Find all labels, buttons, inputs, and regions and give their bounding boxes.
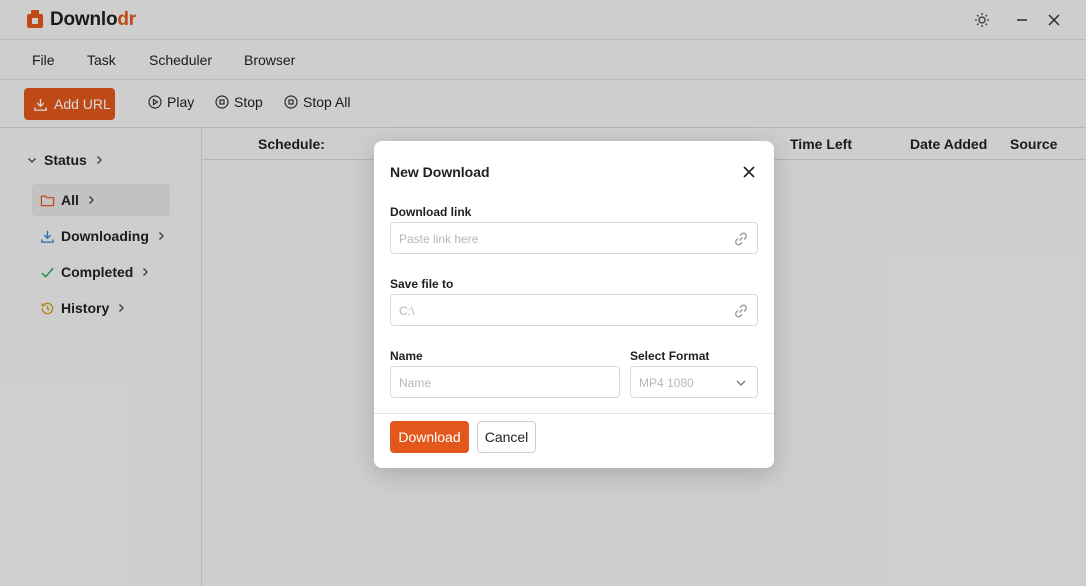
download-link-label: Download link — [390, 205, 472, 219]
format-label: Select Format — [630, 349, 710, 363]
download-link-placeholder: Paste link here — [399, 232, 479, 246]
link-icon — [735, 232, 747, 246]
download-button[interactable]: Download — [390, 421, 469, 453]
name-input[interactable]: Name — [390, 366, 620, 398]
cancel-button[interactable]: Cancel — [477, 421, 536, 453]
chevron-down-icon — [736, 380, 746, 386]
dialog-divider — [374, 413, 774, 414]
name-placeholder: Name — [399, 376, 432, 390]
format-select[interactable]: MP4 1080 — [630, 366, 758, 398]
new-download-dialog: New Download Download link Paste link he… — [374, 141, 774, 468]
save-path-placeholder: C:\ — [399, 304, 415, 318]
link-icon — [735, 304, 747, 318]
name-label: Name — [390, 349, 423, 363]
format-selected-value: MP4 1080 — [639, 376, 694, 390]
save-path-input[interactable]: C:\ — [390, 294, 758, 326]
dialog-title: New Download — [390, 164, 490, 180]
close-icon[interactable] — [742, 165, 756, 179]
download-link-input[interactable]: Paste link here — [390, 222, 758, 254]
save-file-label: Save file to — [390, 277, 454, 291]
